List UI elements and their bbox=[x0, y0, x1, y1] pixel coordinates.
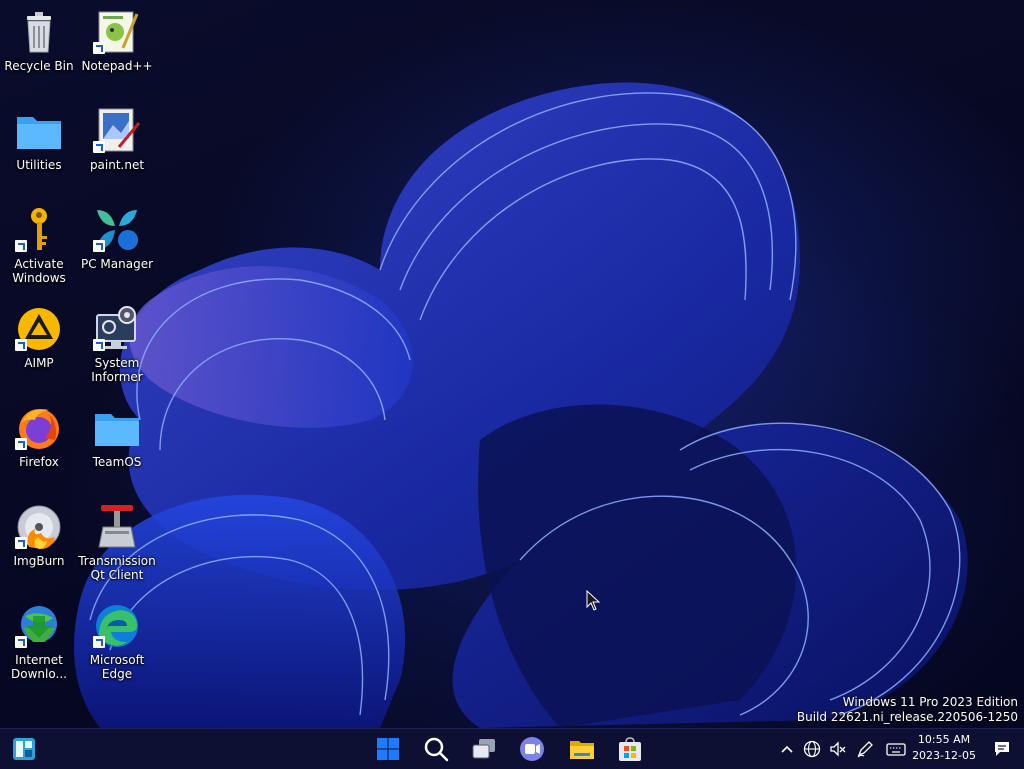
network-icon bbox=[803, 740, 821, 758]
pen-menu-button[interactable] bbox=[855, 739, 875, 759]
idm-icon bbox=[15, 602, 63, 650]
widgets-icon bbox=[13, 738, 35, 760]
recycle-bin-icon bbox=[15, 8, 63, 56]
desktop-icon-label: System Informer bbox=[91, 356, 143, 384]
volume-muted-icon bbox=[830, 741, 846, 757]
file-explorer-button[interactable] bbox=[568, 735, 596, 763]
file-explorer-icon bbox=[570, 741, 594, 759]
desktop-icon-recycle-bin[interactable]: Recycle Bin bbox=[0, 8, 78, 73]
pen-icon bbox=[857, 741, 873, 758]
desktop-icon-transmission[interactable]: Transmission Qt Client bbox=[78, 503, 156, 582]
imgburn-icon bbox=[15, 503, 63, 551]
clock[interactable]: 10:55 AM 2023-12-05 bbox=[912, 732, 976, 764]
widgets-button[interactable] bbox=[10, 735, 38, 763]
desktop-icon-internet-download-manager[interactable]: Internet Downlo... bbox=[0, 602, 78, 681]
desktop-icon-label: Internet Downlo... bbox=[11, 653, 67, 681]
shortcut-arrow-icon bbox=[93, 636, 105, 648]
folder-icon bbox=[15, 107, 63, 155]
taskbar: 10:55 AM 2023-12-05 bbox=[0, 728, 1024, 769]
store-button[interactable] bbox=[616, 735, 644, 763]
desktop-icon-teamos[interactable]: TeamOS bbox=[78, 404, 156, 469]
task-view-icon bbox=[472, 739, 495, 759]
desktop-icon-label: PC Manager bbox=[80, 257, 154, 271]
teams-button[interactable] bbox=[518, 735, 546, 763]
windows-edition-watermark: Windows 11 Pro 2023 Edition Build 22621.… bbox=[797, 695, 1018, 725]
desktop-icon-notepadpp[interactable]: Notepad++ bbox=[78, 8, 156, 73]
store-icon bbox=[619, 737, 641, 761]
desktop-icon-label: AIMP bbox=[24, 356, 54, 370]
shortcut-arrow-icon bbox=[15, 438, 27, 450]
desktop-icon-firefox[interactable]: Firefox bbox=[0, 404, 78, 469]
clock-date: 2023-12-05 bbox=[912, 749, 976, 762]
desktop-icon-label: Recycle Bin bbox=[4, 59, 74, 73]
desktop-icon-utilities[interactable]: Utilities bbox=[0, 107, 78, 172]
watermark-edition: Windows 11 Pro 2023 Edition bbox=[842, 695, 1018, 709]
folder-icon bbox=[93, 404, 141, 452]
desktop-icon-label: Utilities bbox=[16, 158, 62, 172]
desktop-icon-label: Microsoft Edge bbox=[89, 653, 145, 681]
desktop-icon-label: Transmission Qt Client bbox=[78, 554, 156, 582]
desktop-icon-system-informer[interactable]: System Informer bbox=[78, 305, 156, 384]
key-icon bbox=[15, 206, 63, 254]
search-button[interactable] bbox=[422, 735, 450, 763]
volume-button[interactable] bbox=[828, 739, 848, 759]
start-button[interactable] bbox=[374, 735, 402, 763]
notifications-button[interactable] bbox=[992, 739, 1012, 759]
desktop[interactable]: Recycle Bin Notepad++ Utilities paint.ne… bbox=[0, 0, 1024, 728]
show-hidden-icons-button[interactable] bbox=[779, 739, 795, 759]
start-icon bbox=[377, 738, 399, 760]
pc-manager-icon bbox=[93, 206, 141, 254]
desktop-icon-label: paint.net bbox=[89, 158, 145, 172]
aimp-icon bbox=[15, 305, 63, 353]
clock-time: 10:55 AM bbox=[917, 733, 971, 746]
desktop-icon-pc-manager[interactable]: PC Manager bbox=[78, 206, 156, 271]
touch-keyboard-button[interactable] bbox=[885, 739, 907, 759]
shortcut-arrow-icon bbox=[15, 636, 27, 648]
shortcut-arrow-icon bbox=[93, 141, 105, 153]
shortcut-arrow-icon bbox=[15, 339, 27, 351]
desktop-icon-paintnet[interactable]: paint.net bbox=[78, 107, 156, 172]
watermark-build: Build 22621.ni_release.220506-1250 bbox=[796, 710, 1018, 724]
network-button[interactable] bbox=[802, 739, 822, 759]
notifications-icon bbox=[995, 742, 1009, 756]
firefox-icon bbox=[15, 404, 63, 452]
search-icon bbox=[424, 737, 449, 762]
desktop-icon-aimp[interactable]: AIMP bbox=[0, 305, 78, 370]
chevron-up-icon bbox=[781, 745, 793, 753]
desktop-icon-microsoft-edge[interactable]: Microsoft Edge bbox=[78, 602, 156, 681]
paintnet-icon bbox=[93, 107, 141, 155]
shortcut-arrow-icon bbox=[93, 339, 105, 351]
teams-icon bbox=[520, 737, 544, 761]
desktop-icon-label: ImgBurn bbox=[13, 554, 65, 568]
task-view-button[interactable] bbox=[470, 735, 498, 763]
shortcut-arrow-icon bbox=[93, 240, 105, 252]
transmission-icon bbox=[93, 503, 141, 551]
desktop-icon-label: Notepad++ bbox=[81, 59, 153, 73]
shortcut-arrow-icon bbox=[15, 537, 27, 549]
desktop-icon-label: Activate Windows bbox=[12, 257, 66, 285]
desktop-icon-imgburn[interactable]: ImgBurn bbox=[0, 503, 78, 568]
desktop-icon-activate-windows[interactable]: Activate Windows bbox=[0, 206, 78, 285]
mouse-pointer-icon bbox=[586, 590, 601, 611]
system-informer-icon bbox=[93, 305, 141, 353]
notepadpp-icon bbox=[93, 8, 141, 56]
edge-icon bbox=[93, 602, 141, 650]
desktop-icon-label: Firefox bbox=[19, 455, 59, 469]
shortcut-arrow-icon bbox=[15, 240, 27, 252]
desktop-icon-label: TeamOS bbox=[92, 455, 142, 469]
shortcut-arrow-icon bbox=[93, 42, 105, 54]
keyboard-icon bbox=[886, 743, 906, 756]
